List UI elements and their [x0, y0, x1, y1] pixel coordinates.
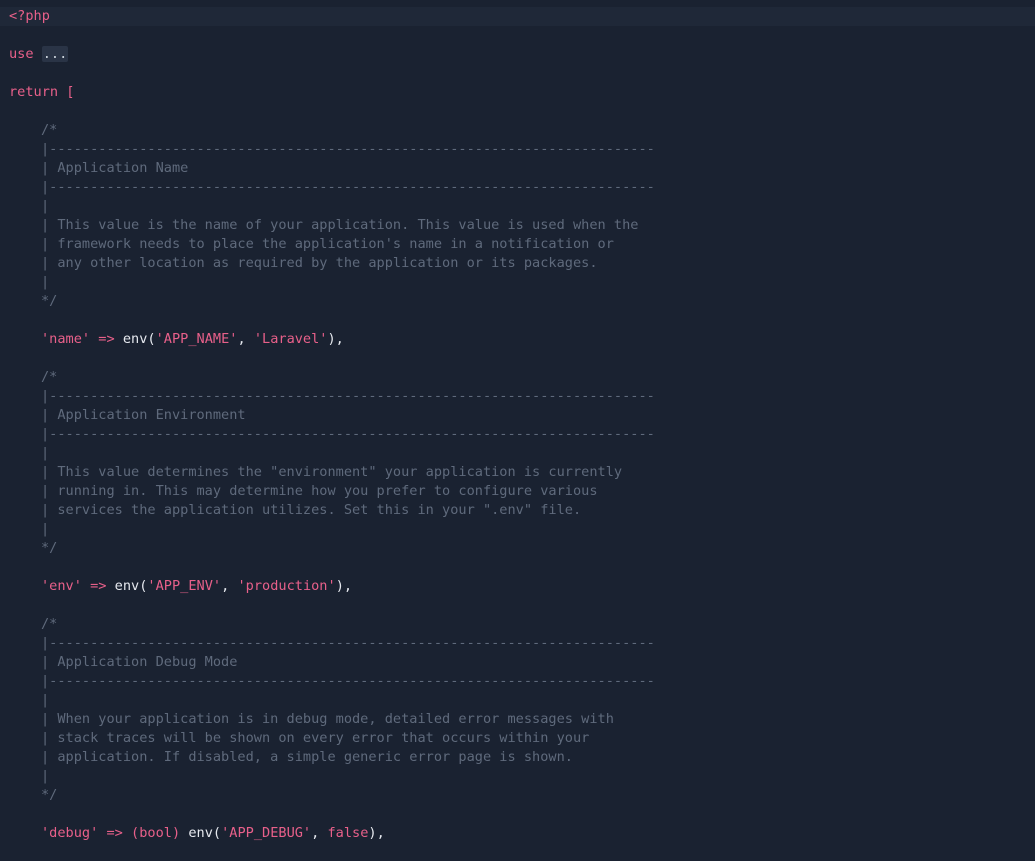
comment-blank: |: [41, 198, 50, 214]
folded-use-imports[interactable]: ...: [41, 46, 69, 62]
comment-heading: | Application Environment: [41, 407, 246, 423]
comment-heading: | Application Debug Mode: [41, 654, 238, 670]
close-paren: ),: [327, 331, 344, 347]
php-open-tag-line[interactable]: <?php: [9, 7, 50, 26]
comment-blank: |: [41, 445, 50, 461]
comment-text-line: | any other location as required by the …: [41, 255, 598, 271]
comment-text-line: | stack traces will be shown on every er…: [41, 730, 590, 746]
close-paren: ),: [368, 825, 385, 841]
comment-close: */: [41, 787, 58, 803]
comment-blank: |: [41, 521, 50, 537]
return-keyword: return: [9, 84, 59, 100]
default-value: false: [327, 825, 369, 841]
code-editor[interactable]: <?php use ... return [ /* |-------------…: [0, 0, 1035, 861]
php-open-tag: <?php: [9, 8, 50, 24]
return-line[interactable]: return [: [9, 83, 74, 102]
env-var-name: 'APP_ENV': [147, 578, 222, 594]
active-line-highlight: [0, 7, 1035, 26]
comment-text-line: | This value is the name of your applica…: [41, 217, 639, 233]
env-var-name: 'APP_NAME': [155, 331, 238, 347]
comment-rule: |---------------------------------------…: [41, 141, 655, 157]
comment-text-line: | services the application utilizes. Set…: [41, 502, 582, 518]
config-key: 'debug': [41, 825, 99, 841]
use-statement-line[interactable]: use ...: [9, 45, 69, 64]
comment-open: /*: [41, 616, 58, 632]
open-bracket: [: [66, 84, 75, 100]
arrow-operator: =>: [90, 578, 107, 594]
env-var-name: 'APP_DEBUG': [221, 825, 312, 841]
config-entry-env[interactable]: 'env' => env('APP_ENV', 'production'),: [41, 577, 352, 596]
comment-close: */: [41, 293, 58, 309]
comment-open: /*: [41, 122, 58, 138]
comma: ,: [221, 578, 238, 594]
comment-blank: |: [41, 768, 50, 784]
env-function: env(: [188, 825, 222, 841]
arrow-operator: =>: [106, 825, 123, 841]
comment-close: */: [41, 540, 58, 556]
comment-open: /*: [41, 369, 58, 385]
close-paren: ),: [335, 578, 353, 594]
env-function: env(: [122, 331, 156, 347]
env-function: env(: [114, 578, 148, 594]
bool-cast: (bool): [131, 825, 181, 841]
arrow-operator: =>: [98, 331, 115, 347]
comment-text-line: | framework needs to place the applicati…: [41, 236, 614, 252]
config-entry-debug[interactable]: 'debug' => (bool) env('APP_DEBUG', false…: [41, 824, 385, 843]
comment-text-line: | running in. This may determine how you…: [41, 483, 598, 499]
config-key: 'name': [41, 331, 91, 347]
use-keyword: use: [9, 46, 34, 62]
comma: ,: [311, 825, 328, 841]
comment-rule: |---------------------------------------…: [41, 635, 655, 651]
default-value: 'production': [237, 578, 336, 594]
comment-text-line: | This value determines the "environment…: [41, 464, 623, 480]
comma: ,: [237, 331, 254, 347]
comment-blank: |: [41, 274, 50, 290]
comment-blank: |: [41, 692, 50, 708]
config-entry-name[interactable]: 'name' => env('APP_NAME', 'Laravel'),: [41, 330, 344, 349]
comment-rule: |---------------------------------------…: [41, 673, 655, 689]
default-value: 'Laravel': [253, 331, 328, 347]
config-key: 'env': [41, 578, 82, 594]
comment-heading: | Application Name: [41, 160, 189, 176]
comment-rule: |---------------------------------------…: [41, 426, 655, 442]
comment-text-line: | When your application is in debug mode…: [41, 711, 614, 727]
comment-rule: |---------------------------------------…: [41, 179, 655, 195]
comment-rule: |---------------------------------------…: [41, 388, 655, 404]
comment-text-line: | application. If disabled, a simple gen…: [41, 749, 573, 765]
